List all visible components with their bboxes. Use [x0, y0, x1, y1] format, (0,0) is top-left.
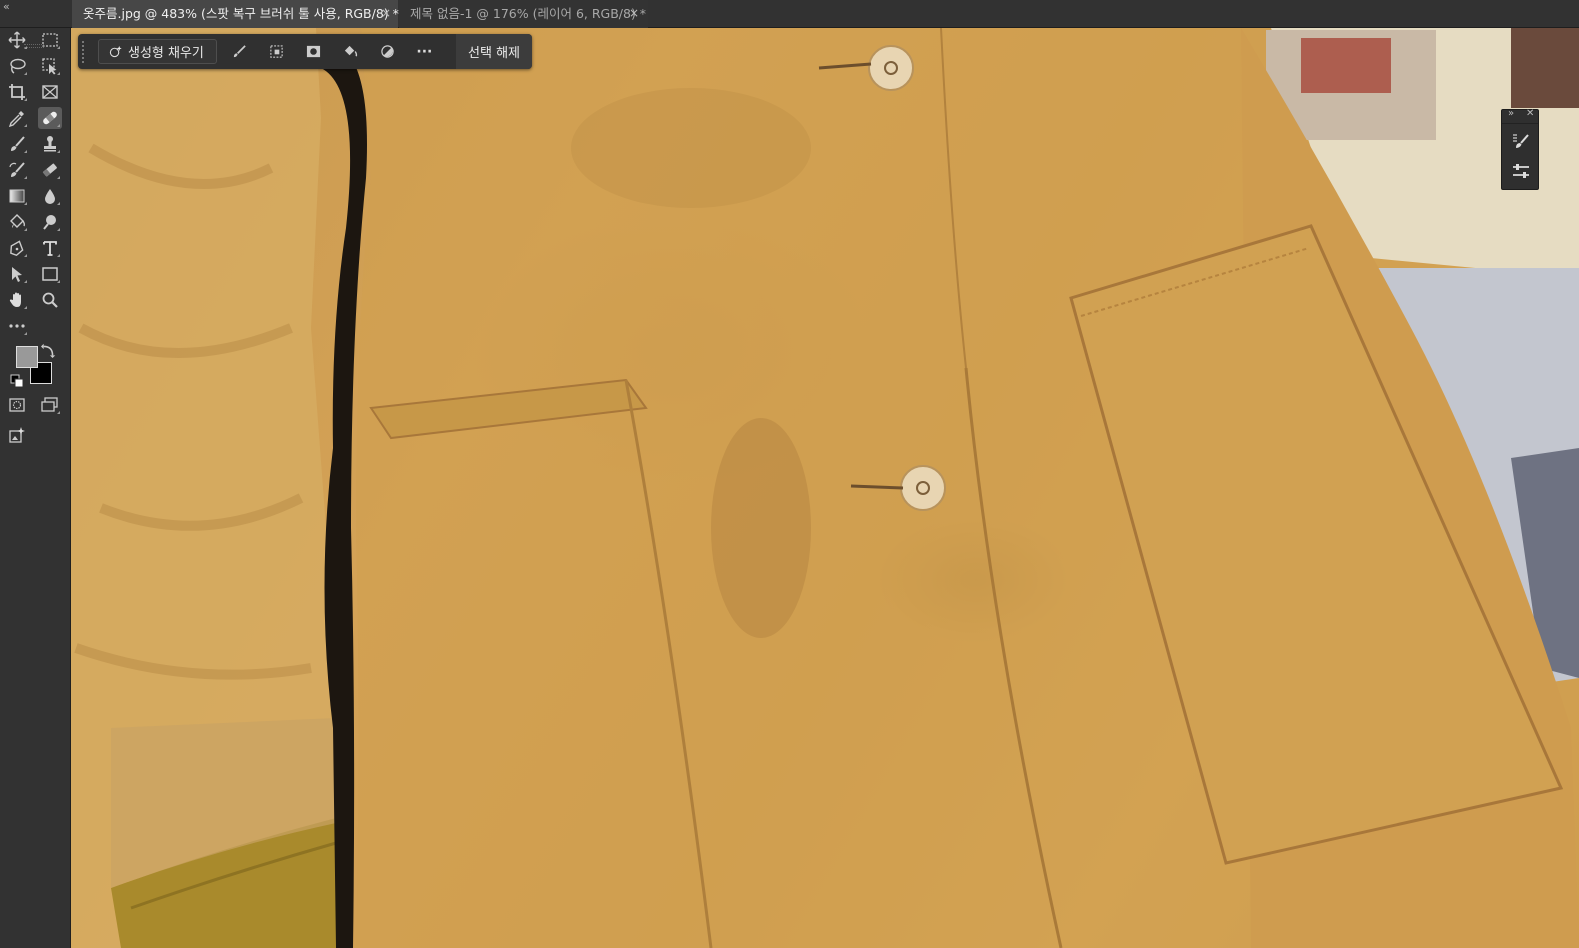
tab-close-button[interactable]: ×	[629, 0, 639, 27]
tab-label: 제목 없음-1 @ 176% (레이어 6, RGB/8) *	[410, 6, 647, 21]
type-tool[interactable]	[38, 237, 62, 259]
generative-fill-tool[interactable]	[5, 424, 29, 446]
invert-icon	[381, 45, 394, 58]
quick-mask-button[interactable]	[5, 394, 29, 416]
path-select-tool[interactable]	[5, 263, 29, 285]
magnifier-icon	[42, 292, 58, 308]
screen-mode-button[interactable]	[38, 394, 62, 416]
generative-fill-button[interactable]: 생성형 채우기	[98, 39, 217, 64]
adjustments-button[interactable]	[1508, 159, 1534, 183]
modify-selection-button[interactable]	[221, 34, 258, 69]
spot-healing-brush-tool[interactable]	[38, 107, 62, 129]
photo-image	[71, 28, 1579, 948]
foreground-color-swatch[interactable]	[16, 346, 38, 368]
marquee-tool[interactable]	[38, 29, 62, 51]
swap-colors-button[interactable]	[41, 342, 57, 358]
contextual-task-bar: 생성형 채우기 ··· 선택 해제	[78, 34, 532, 69]
quick-mask-icon	[9, 398, 25, 412]
panel-dock-header: » ✕	[1502, 108, 1538, 124]
blur-tool[interactable]	[38, 185, 62, 207]
object-select-tool[interactable]	[38, 55, 62, 77]
tab-document-active[interactable]: 옷주름.jpg @ 483% (스팟 복구 브러쉬 툴 사용, RGB/8) *…	[72, 0, 399, 28]
generative-fill-icon	[109, 45, 122, 58]
crop-tool[interactable]	[5, 81, 29, 103]
gradient-tool[interactable]	[5, 185, 29, 207]
document-canvas[interactable]	[71, 28, 1579, 948]
history-brush-tool[interactable]	[5, 159, 29, 181]
deselect-button[interactable]: 선택 해제	[456, 34, 532, 69]
deselect-label: 선택 해제	[468, 46, 520, 61]
frame-tool[interactable]	[38, 81, 62, 103]
eraser-tool[interactable]	[38, 159, 62, 181]
brush-tool[interactable]	[5, 133, 29, 155]
tools-panel	[0, 28, 71, 948]
collapse-panels-button[interactable]: «	[3, 0, 10, 13]
adjustments-icon	[1513, 164, 1529, 178]
brush-settings-icon	[1513, 134, 1529, 148]
close-panel-button[interactable]: ✕	[1526, 108, 1534, 119]
taskbar-drag-handle[interactable]	[82, 40, 90, 63]
tab-document-inactive[interactable]: 제목 없음-1 @ 176% (레이어 6, RGB/8) * ×	[399, 0, 648, 28]
default-colors-icon	[10, 374, 24, 388]
tab-label: 옷주름.jpg @ 483% (스팟 복구 브러쉬 툴 사용, RGB/8) *	[83, 6, 399, 21]
more-icon: ···	[416, 43, 433, 60]
swap-arrows-icon	[41, 343, 56, 358]
eyedropper-tool[interactable]	[5, 107, 29, 129]
hand-tool[interactable]	[5, 289, 29, 311]
invert-selection-button[interactable]	[369, 34, 406, 69]
frame-icon	[42, 85, 58, 99]
pen-tool[interactable]	[5, 237, 29, 259]
mask-icon	[306, 45, 320, 58]
generative-fill-label: 생성형 채우기	[128, 46, 204, 61]
expand-panels-button[interactable]: »	[1508, 108, 1514, 119]
collapsed-panel-dock: » ✕	[1501, 108, 1539, 190]
clone-stamp-tool[interactable]	[38, 133, 62, 155]
brush-settings-button[interactable]	[1508, 130, 1534, 154]
document-tab-bar: « 옷주름.jpg @ 483% (스팟 복구 브러쉬 툴 사용, RGB/8)…	[0, 0, 1579, 28]
lasso-tool[interactable]	[5, 55, 29, 77]
more-tools[interactable]	[5, 315, 29, 337]
fill-icon	[344, 45, 358, 57]
shape-tool[interactable]	[38, 263, 62, 285]
paint-bucket-tool[interactable]	[5, 211, 29, 233]
taskbar-more-button[interactable]: ···	[406, 34, 443, 69]
dodge-tool[interactable]	[38, 211, 62, 233]
zoom-tool[interactable]	[38, 289, 62, 311]
transform-selection-button[interactable]	[258, 34, 295, 69]
tab-close-button[interactable]: ×	[381, 0, 391, 27]
modify-selection-icon	[233, 45, 246, 58]
create-mask-button[interactable]	[295, 34, 332, 69]
sparkle-image-icon	[9, 427, 25, 443]
transform-selection-icon	[270, 45, 283, 58]
move-tool[interactable]	[5, 29, 29, 51]
default-colors-button[interactable]	[10, 374, 24, 388]
fill-selection-button[interactable]	[332, 34, 369, 69]
